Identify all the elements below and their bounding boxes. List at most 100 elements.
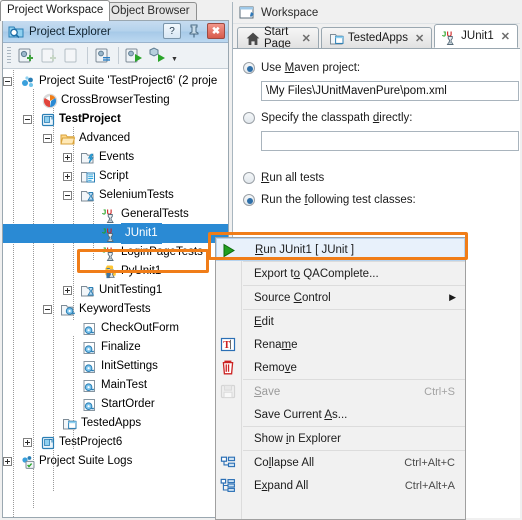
tree-node-label: InitSettings	[101, 360, 158, 372]
help-icon: ?	[169, 25, 175, 37]
tree-node-label: MainTest	[101, 379, 148, 391]
workspace-tab-start-page[interactable]: Start Page ✕	[237, 26, 319, 50]
tree-node-label: CheckOutForm	[101, 322, 179, 334]
tree-node-unittesting1[interactable]: UnitTesting1	[3, 281, 228, 300]
tree-node-label: Project Suite 'TestProject6' (2 proje	[39, 75, 218, 87]
project-explorer-title: Project Explorer	[29, 25, 111, 38]
tree-node-finalize[interactable]: Finalize	[3, 338, 228, 357]
edit-properties-icon[interactable]	[92, 46, 114, 66]
option-run-following-test-classes[interactable]: Run the following test classes:	[243, 191, 520, 209]
run-following-radio[interactable]	[243, 194, 255, 206]
use-maven-label: Use Maven project:	[261, 62, 361, 74]
maven-path-value: \My Files\JUnitMavenPure\pom.xml	[266, 85, 447, 97]
tab-object-browser[interactable]: Object Browser	[104, 2, 197, 20]
expand-node-icon[interactable]	[63, 153, 72, 162]
menu-label-post: e	[291, 338, 298, 351]
tree-node-project-suite-logs[interactable]: Project Suite Logs	[3, 452, 228, 471]
collapse-node-icon[interactable]	[43, 134, 52, 143]
tree-node-testproject6[interactable]: TestProject6	[3, 433, 228, 452]
tree-node-maintest[interactable]: MainTest	[3, 376, 228, 395]
project-icon	[40, 435, 56, 451]
close-button[interactable]: ✖	[207, 23, 225, 39]
menu-item-remove[interactable]: Remove	[216, 356, 465, 379]
collapse-node-icon[interactable]	[3, 77, 12, 86]
tree-node-pyunit1[interactable]: PyUnit1	[3, 262, 228, 281]
workspace-tab-junit1[interactable]: J U JUnit1 ✕	[434, 24, 518, 48]
menu-item-edit[interactable]: Edit	[216, 310, 465, 333]
option-run-all-tests[interactable]: Run all tests	[243, 169, 520, 187]
tree-node-loginpagetests[interactable]: J U LoginPageTests	[3, 243, 228, 262]
tree-node-crossbrowsertesting[interactable]: CrossBrowserTesting	[3, 91, 228, 110]
tree-node-generaltests[interactable]: J U GeneralTests	[3, 205, 228, 224]
new-project-icon[interactable]	[38, 46, 60, 66]
workspace-tabs: Start Page ✕ TestedApps ✕ J U JUnit1 ✕	[233, 24, 520, 50]
help-button[interactable]: ?	[163, 23, 181, 39]
menu-item-expand-all[interactable]: Expand All Ctrl+Alt+A	[216, 474, 465, 497]
toolbar-grip[interactable]	[7, 46, 11, 65]
menu-item-rename[interactable]: T Rename	[216, 333, 465, 356]
menu-item-source-control[interactable]: Source Control ▶	[216, 286, 465, 309]
project-suite-icon	[20, 74, 36, 90]
context-menu[interactable]: Run JUnit1 [ JUnit ] Export to QAComplete…	[215, 237, 466, 520]
classpath-input[interactable]	[261, 131, 519, 151]
tree-node-script[interactable]: Script	[3, 167, 228, 186]
run-all-tests-label: Run all tests	[261, 172, 325, 184]
collapse-node-icon[interactable]	[63, 191, 72, 200]
tree-node-keywordtests[interactable]: KeywordTests	[3, 300, 228, 319]
menu-label-post: ontrol	[301, 291, 331, 304]
tree-node-initsettings[interactable]: InitSettings	[3, 357, 228, 376]
run-test-icon[interactable]	[146, 46, 168, 66]
run-project-icon[interactable]	[123, 46, 145, 66]
svg-text:J: J	[102, 207, 106, 216]
close-tab-icon[interactable]: ✕	[501, 30, 510, 43]
tree-node-advanced[interactable]: Advanced	[3, 129, 228, 148]
tab-project-workspace[interactable]: Project Workspace	[0, 0, 111, 21]
option-use-maven-project[interactable]: Use Maven project:	[243, 59, 520, 77]
new-item-icon[interactable]	[61, 46, 83, 66]
tree-node-checkoutform[interactable]: CheckOutForm	[3, 319, 228, 338]
workspace-titlebar: Workspace	[233, 2, 520, 24]
keyword-test-icon	[82, 397, 98, 413]
maven-path-input[interactable]: \My Files\JUnitMavenPure\pom.xml	[261, 81, 519, 101]
tree-node-junit1[interactable]: J U JUnit1	[3, 223, 228, 244]
expand-node-icon[interactable]	[63, 286, 72, 295]
project-tree[interactable]: Project Suite 'TestProject6' (2 proje Cro…	[3, 70, 228, 517]
menu-item-save-current-as[interactable]: Save Current As...	[216, 403, 465, 426]
expand-node-icon[interactable]	[63, 172, 72, 181]
menu-item-show-in-explorer[interactable]: Show in Explorer	[216, 427, 465, 450]
tree-node-label: Advanced	[79, 132, 131, 144]
expand-node-icon[interactable]	[3, 457, 12, 466]
pin-button[interactable]	[185, 23, 203, 39]
tree-node-startorder[interactable]: StartOrder	[3, 395, 228, 414]
collapse-node-icon[interactable]	[43, 305, 52, 314]
collapse-all-icon	[219, 454, 237, 471]
pyunit-icon	[102, 264, 118, 280]
collapse-node-icon[interactable]	[23, 115, 32, 124]
keyword-tests-icon	[60, 302, 76, 318]
tree-node-project-suite-testproject6-2-proje[interactable]: Project Suite 'TestProject6' (2 proje	[3, 72, 228, 91]
folder-open-icon	[60, 131, 76, 147]
run-following-label: Run the following test classes:	[261, 194, 416, 206]
menu-item-label: Edit	[254, 316, 274, 328]
expand-node-icon[interactable]	[23, 438, 32, 447]
menu-item-export-to-qacomplete[interactable]: Export to QAComplete...	[216, 262, 465, 285]
tree-node-testedapps[interactable]: TestedApps	[3, 414, 228, 433]
option-specify-classpath[interactable]: Specify the classpath directly:	[243, 109, 520, 127]
menu-item-collapse-all[interactable]: Collapse All Ctrl+Alt+C	[216, 451, 465, 474]
use-maven-radio[interactable]	[243, 62, 255, 74]
run-all-tests-radio[interactable]	[243, 172, 255, 184]
home-icon	[245, 31, 260, 45]
close-tab-icon[interactable]: ✕	[302, 32, 311, 45]
dropdown-arrow-icon[interactable]: ▼	[171, 56, 178, 63]
menu-item-run-junit1-junit[interactable]: Run JUnit1 [ JUnit ]	[216, 238, 465, 261]
specify-classpath-radio[interactable]	[243, 112, 255, 124]
tree-node-testproject[interactable]: TestProject	[3, 110, 228, 129]
close-tab-icon[interactable]: ✕	[415, 32, 424, 45]
tree-node-seleniumtests[interactable]: SeleniumTests	[3, 186, 228, 205]
tree-node-events[interactable]: Events	[3, 148, 228, 167]
workspace-tab-testedapps[interactable]: TestedApps ✕	[320, 27, 433, 48]
tested-apps-icon	[329, 31, 344, 45]
new-project-suite-icon[interactable]	[15, 46, 37, 66]
workspace-tab-strip: Project Workspace Object Browser	[0, 0, 226, 21]
menu-item-label: Save	[254, 386, 280, 398]
